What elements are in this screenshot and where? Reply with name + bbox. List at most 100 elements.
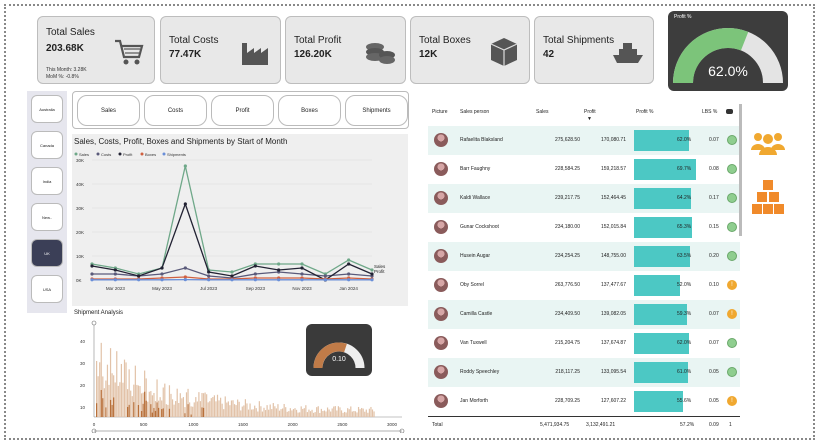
tab-costs[interactable]: Costs — [144, 95, 207, 126]
histogram-bar — [345, 412, 347, 417]
status-warning-icon: ! — [727, 309, 737, 319]
histogram-bar — [244, 399, 246, 417]
histogram-bar — [108, 384, 110, 417]
kpi-card-profit[interactable]: Total Profit 126.20K — [285, 16, 406, 84]
kpi-card-costs[interactable]: Total Costs 77.47K — [160, 16, 281, 84]
series-point-shipments — [113, 278, 117, 282]
table-row[interactable]: Camilla Castle 234,409.50 139,082.05 59.3% 0… — [428, 300, 740, 329]
kpi-value: 77.47K — [169, 49, 202, 60]
series-point-profit — [277, 268, 281, 272]
table-row[interactable]: Kaldi Wallace 239,217.75 152,464.45 64.2% 0.… — [428, 184, 740, 213]
kpi-card-sales[interactable]: Total Sales 203.68K This Month: 3.28K Mo… — [37, 16, 155, 84]
histogram-bar — [323, 410, 326, 417]
histogram-bar — [103, 388, 105, 417]
profit-gauge-card[interactable]: Profit % 62.0% — [668, 11, 788, 91]
histogram-bar-highlight — [111, 404, 113, 417]
histogram-bar — [116, 351, 118, 417]
legend-marker — [96, 152, 100, 156]
col-header-picture[interactable]: Picture — [432, 109, 448, 115]
col-header-profit-pct[interactable]: Profit % — [636, 109, 654, 115]
histogram-bar — [371, 409, 374, 417]
tab-boxes[interactable]: Boxes — [278, 95, 341, 126]
line-chart-panel: Sales, Costs, Profit, Boxes and Shipment… — [72, 134, 408, 306]
nav-item-0[interactable]: Australia — [31, 95, 63, 123]
table-row[interactable]: Barr Faughny 228,584.25 159,218.57 69.7% 0.0… — [428, 155, 740, 184]
col-header-sales[interactable]: Sales — [536, 109, 549, 115]
series-point-shipments — [90, 278, 94, 282]
nav-item-3[interactable]: New.. — [31, 203, 63, 231]
kpi-card-boxes[interactable]: Total Boxes 12K — [410, 16, 530, 84]
y-tick-label: 40 — [80, 339, 86, 344]
nav-item-4[interactable]: UK — [31, 239, 63, 267]
legend-marker — [74, 152, 78, 156]
histogram-bar — [216, 394, 219, 417]
series-point-shipments — [160, 278, 164, 282]
table-row[interactable]: Jan Morforth 228,709.25 127,607.22 55.6% 0.0… — [428, 387, 740, 416]
profit-pct-value: 62.0% — [677, 137, 692, 143]
sales-value: 234,409.50 — [554, 311, 580, 317]
avatar — [434, 220, 448, 234]
histogram-bar — [334, 406, 336, 417]
lbs-value: 0.07 — [709, 311, 719, 317]
histogram-bar — [119, 382, 121, 417]
histogram-bar — [221, 403, 223, 417]
kpi-title: Total Shipments — [543, 35, 615, 46]
histogram-bar-highlight — [153, 407, 155, 417]
histogram-bar — [280, 409, 282, 417]
histogram-bar — [97, 376, 99, 417]
histogram-bar-highlight — [190, 414, 192, 417]
histogram-bar — [212, 397, 214, 417]
nav-item-2[interactable]: India — [31, 167, 63, 195]
histogram-bar — [295, 409, 298, 417]
histogram-bar — [147, 401, 149, 417]
profit-value: 127,607.22 — [600, 398, 626, 404]
series-point-costs — [323, 274, 327, 278]
col-header-profit[interactable]: Profit — [584, 109, 596, 115]
series-point-profit — [137, 274, 141, 278]
col-header-lbs[interactable]: LBS % — [702, 109, 717, 115]
histogram-bar — [176, 388, 178, 417]
histogram-bar — [365, 409, 367, 417]
kpi-card-shipments[interactable]: Total Shipments 42 — [534, 16, 654, 84]
histogram-bar — [164, 383, 166, 417]
table-row[interactable]: Oby Sorrel 263,776.50 137,477.67 52.0% 0.10! — [428, 271, 740, 300]
profit-pct-value: 55.6% — [677, 398, 692, 404]
histogram-bar — [313, 412, 315, 417]
tab-profit[interactable]: Profit — [211, 95, 274, 126]
x-tick-label: Mar 2023 — [106, 286, 126, 291]
table-row[interactable]: Roddy Speechley 218,117.25 133,095.54 61.0%… — [428, 358, 740, 387]
table-row[interactable]: Van Tuxwell 215,204.75 137,674.87 62.0% 0.07 — [428, 329, 740, 358]
series-point-sales — [230, 270, 234, 274]
histogram-bar — [252, 409, 254, 417]
nav-item-1[interactable]: Canada — [31, 131, 63, 159]
tab-sales[interactable]: Sales — [77, 95, 140, 126]
nav-item-5[interactable]: USA — [31, 275, 63, 303]
profit-pct-value: 64.2% — [677, 195, 692, 201]
x-tick-label: 2500 — [337, 422, 348, 427]
table-row[interactable]: Husein Augar 234,254.25 148,755.00 63.5% 0.2… — [428, 242, 740, 271]
histogram-bar — [178, 403, 180, 417]
profit-pct-value: 63.5% — [677, 253, 692, 259]
histogram-bar — [258, 401, 260, 417]
col-header-salesperson[interactable]: Sales person — [460, 109, 489, 115]
tab-shipments[interactable]: Shipments — [345, 95, 408, 126]
histogram-bar — [300, 406, 302, 417]
histogram-bar-highlight — [96, 403, 98, 417]
histogram-bar — [249, 403, 251, 417]
salesperson-name: Kaldi Wallace — [460, 195, 491, 201]
histogram-bar — [373, 411, 375, 417]
table-scrollbar[interactable] — [739, 104, 742, 236]
histogram-bar — [271, 409, 273, 417]
table-row[interactable]: Rafaelita Blaksland 275,628.50 170,080.71 6… — [428, 126, 740, 155]
histogram-bar-highlight — [154, 410, 157, 417]
histogram-bar — [165, 404, 167, 417]
kpi-title: Total Boxes — [419, 35, 471, 46]
histogram-bar — [189, 402, 191, 417]
table-row[interactable]: Gunar Cockshoot 234,180.00 152,015.84 65.3%… — [428, 213, 740, 242]
histogram-bar-highlight — [158, 407, 160, 417]
salesperson-table: Picture Sales person Sales Profit ▼ Prof… — [426, 104, 742, 434]
histogram-bar — [182, 397, 184, 417]
series-point-profit — [253, 264, 257, 268]
histogram-bar — [185, 392, 188, 417]
histogram-bar-highlight — [184, 413, 186, 417]
